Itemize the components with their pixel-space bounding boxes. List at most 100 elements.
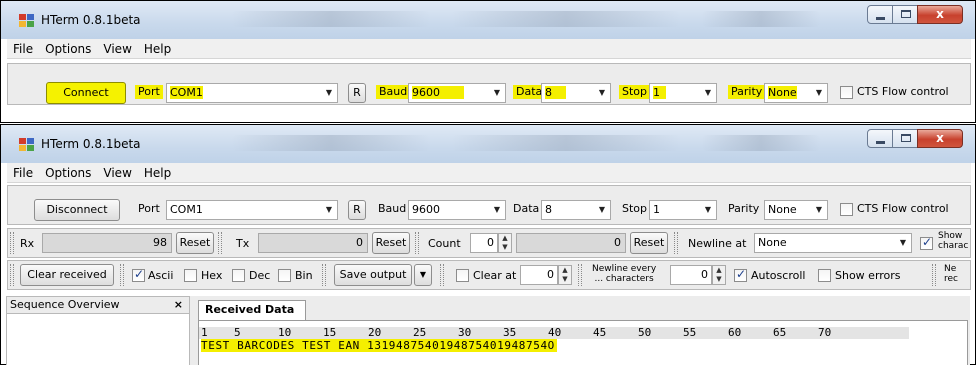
menu-view[interactable]: View [97, 39, 137, 56]
received-data-pane: Received Data 1 5 10 15 20 25 30 35 40 4… [190, 296, 970, 365]
ruler-mark: 10 [278, 326, 292, 339]
data-bits-select[interactable]: 8 ▼ [541, 200, 611, 220]
hex-label: Hex [201, 269, 223, 282]
title-bar: HTerm 0.8.1beta x [1, 125, 975, 163]
parity-label: Parity [728, 202, 760, 215]
refresh-ports-button[interactable]: R [348, 200, 366, 220]
newline-every-label: Newline every... characters [592, 264, 657, 284]
clear-at-spinner-icon[interactable]: ▲ ▼ [558, 265, 572, 285]
baud-select[interactable]: 9600 ▼ [408, 200, 506, 220]
menu-file[interactable]: File [7, 39, 39, 56]
cts-flow-checkbox[interactable] [840, 203, 853, 216]
received-data-view[interactable]: 1 5 10 15 20 25 30 35 40 45 50 55 60 65 … [198, 320, 968, 365]
bin-checkbox[interactable] [278, 269, 291, 282]
clear-at-input[interactable]: 0 [520, 265, 558, 285]
show-characters-label: Show charac [938, 231, 969, 251]
connect-button[interactable]: Connect [46, 82, 126, 104]
toolbar-separator [120, 264, 124, 286]
maximize-icon[interactable] [892, 5, 918, 24]
ruler-mark: 60 [728, 326, 742, 339]
ascii-checkbox[interactable] [132, 267, 145, 282]
blurred-background [701, 11, 821, 27]
newline-at-select[interactable]: None ▼ [754, 233, 912, 253]
menu-view[interactable]: View [97, 163, 137, 180]
data-bits-select[interactable]: 8 ▼ [541, 83, 611, 103]
rx-label: Rx [20, 237, 35, 250]
connection-panel: Connect Port COM1 ▼ R Baud 9600 ▼ Data 8 ▼ … [7, 63, 971, 105]
baud-select[interactable]: 9600 ▼ [408, 83, 506, 103]
count-reset-button[interactable]: Reset [630, 232, 668, 254]
ruler-mark: 35 [503, 326, 517, 339]
clear-at-checkbox[interactable] [456, 269, 469, 282]
chevron-down-icon: ▼ [598, 205, 606, 214]
tx-reset-button[interactable]: Reset [372, 232, 410, 254]
blurred-background [451, 135, 681, 151]
ruler-mark: 45 [593, 326, 607, 339]
ruler-mark: 50 [638, 326, 652, 339]
dec-label: Dec [249, 269, 271, 282]
ruler-mark: 25 [413, 326, 427, 339]
menu-bar: File Options View Help [7, 39, 971, 59]
menu-help[interactable]: Help [138, 163, 177, 180]
hterm-app-icon [19, 138, 35, 152]
cts-flow-label: CTS Flow control [857, 202, 949, 215]
received-text: TEST BARCODES TEST EAN 13194875401948754… [201, 339, 557, 352]
close-icon[interactable]: × [174, 297, 183, 313]
save-output-button[interactable]: Save output [334, 264, 412, 286]
close-icon[interactable]: x [917, 5, 963, 24]
count-spinner-icon[interactable]: ▲ ▼ [498, 233, 512, 253]
cts-flow-checkbox[interactable] [840, 86, 853, 99]
ruler-mark: 1 [201, 326, 208, 339]
newline-every-input[interactable]: 0 [670, 265, 712, 285]
toolbar-separator [218, 232, 222, 254]
count-input[interactable]: 0 [470, 233, 498, 253]
menu-help[interactable]: Help [138, 39, 177, 56]
rx-reset-button[interactable]: Reset [176, 232, 214, 254]
hterm-app-icon [19, 14, 35, 28]
stop-bits-select[interactable]: 1 ▼ [649, 200, 717, 220]
show-errors-checkbox[interactable] [818, 269, 831, 282]
hex-checkbox[interactable] [184, 269, 197, 282]
cts-flow-label: CTS Flow control [857, 85, 949, 98]
window-controls: x [867, 5, 963, 25]
port-select[interactable]: COM1 ▼ [166, 200, 338, 220]
toolbar-separator [322, 264, 326, 286]
baud-label: Baud [376, 85, 411, 99]
sequence-overview-title: Sequence Overview [10, 298, 120, 311]
ruler-mark: 70 [818, 326, 832, 339]
parity-select[interactable]: None ▼ [764, 83, 828, 103]
disconnect-button[interactable]: Disconnect [34, 199, 120, 221]
refresh-ports-button[interactable]: R [348, 83, 366, 103]
newline-every-spinner-icon[interactable]: ▲ ▼ [712, 265, 726, 285]
close-icon[interactable]: x [917, 129, 963, 148]
sequence-overview-panel[interactable] [6, 313, 190, 365]
autoscroll-checkbox[interactable] [734, 267, 747, 282]
toolbar-grip[interactable] [10, 232, 14, 254]
menu-bar: File Options View Help [7, 163, 971, 183]
counters-toolbar: Rx 98 Reset Tx 0 Reset Count 0 ▲ ▼ 0 Rese… [7, 228, 971, 258]
minimize-icon[interactable] [867, 5, 893, 24]
column-ruler: 1 5 10 15 20 25 30 35 40 45 50 55 60 65 … [199, 327, 909, 339]
dec-checkbox[interactable] [232, 269, 245, 282]
chevron-down-icon: ▼ [815, 88, 823, 97]
menu-file[interactable]: File [7, 163, 39, 180]
ruler-mark: 40 [548, 326, 562, 339]
tab-received-data[interactable]: Received Data [198, 300, 306, 320]
minimize-icon[interactable] [867, 129, 893, 148]
count-field: 0 [516, 233, 626, 253]
port-select[interactable]: COM1 ▼ [166, 83, 338, 103]
parity-select[interactable]: None ▼ [764, 200, 828, 220]
show-characters-checkbox[interactable] [920, 235, 933, 250]
save-output-dropdown-icon[interactable]: ▼ [414, 264, 432, 286]
toolbar-separator [415, 232, 419, 254]
clear-received-button[interactable]: Clear received [20, 264, 114, 286]
blurred-background [231, 135, 431, 151]
menu-options[interactable]: Options [39, 39, 97, 56]
clear-at-label: Clear at [473, 269, 517, 282]
stop-bits-label: Stop [622, 202, 648, 215]
maximize-icon[interactable] [892, 129, 918, 148]
menu-options[interactable]: Options [39, 163, 97, 180]
blurred-background [701, 135, 821, 151]
stop-bits-select[interactable]: 1 ▼ [649, 83, 717, 103]
toolbar-grip[interactable] [10, 264, 14, 286]
